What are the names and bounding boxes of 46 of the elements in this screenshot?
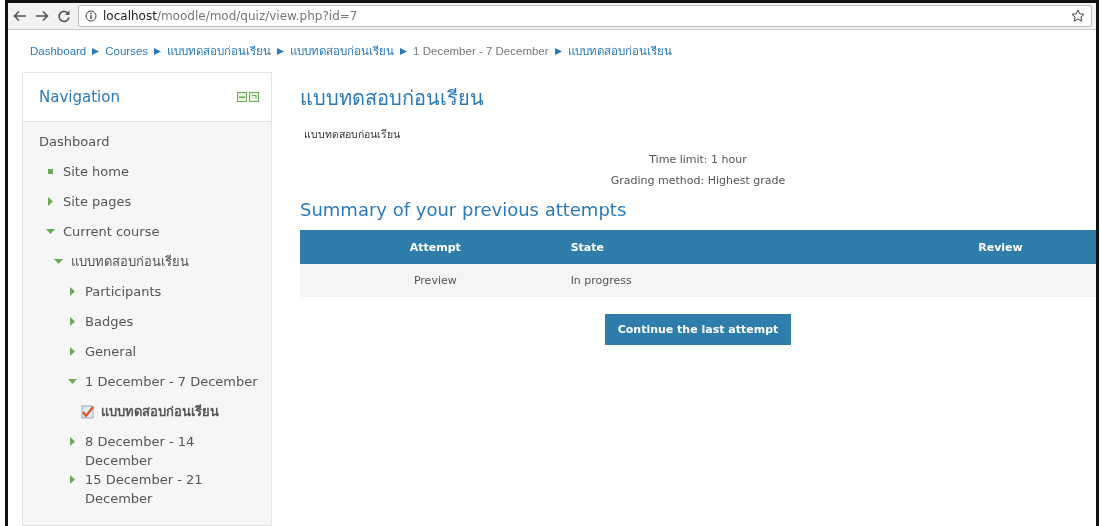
nav-item[interactable]: General bbox=[85, 342, 137, 361]
nav-item[interactable]: Site pages bbox=[63, 192, 132, 211]
quiz-info: Time limit: 1 hour bbox=[648, 153, 748, 166]
breadcrumb-text: 1 December - 7 December bbox=[413, 45, 549, 57]
info-icon bbox=[85, 10, 97, 22]
nav-item[interactable]: 1 December - 7 December bbox=[85, 372, 258, 391]
forward-button[interactable] bbox=[34, 8, 50, 24]
address-bar[interactable]: localhost/moodle/mod/quiz/view.php?id=7 bbox=[78, 5, 1092, 27]
bullet-icon bbox=[48, 169, 53, 174]
separator-icon bbox=[277, 47, 285, 55]
nav-item[interactable]: Site home bbox=[63, 162, 129, 181]
quiz-info: Grading method: Highest grade bbox=[609, 174, 787, 187]
column-header: Attempt bbox=[300, 230, 571, 264]
reload-button[interactable] bbox=[56, 8, 72, 24]
star-icon[interactable] bbox=[1071, 9, 1085, 23]
column-header: State bbox=[570, 230, 905, 264]
dock-icon[interactable] bbox=[237, 92, 259, 102]
url-path: /moodle/mod/quiz/view.php?id=7 bbox=[156, 9, 358, 23]
nav-item[interactable]: แบบทดสอบก่อนเรียน bbox=[71, 252, 189, 271]
nav-item[interactable]: แบบทดสอบก่อนเรียน bbox=[101, 402, 219, 421]
separator-icon bbox=[400, 47, 408, 55]
breadcrumb-link[interactable]: แบบทดสอบก่อนเรียน bbox=[290, 42, 395, 60]
url-host: localhost bbox=[103, 9, 157, 23]
breadcrumb-link[interactable]: Dashboard bbox=[30, 45, 87, 57]
panel-title: Navigation bbox=[39, 88, 120, 106]
separator-icon bbox=[554, 47, 562, 55]
nav-item[interactable]: Dashboard bbox=[39, 132, 110, 151]
nav-item[interactable]: Participants bbox=[85, 282, 162, 301]
nav-item[interactable]: Current course bbox=[63, 222, 160, 241]
nav-item[interactable]: 8 December - 14 December bbox=[85, 432, 265, 470]
breadcrumb-link[interactable]: แบบทดสอบก่อนเรียน bbox=[167, 42, 272, 60]
nav-item[interactable]: 15 December - 21 December bbox=[85, 470, 265, 508]
continue-button[interactable]: Continue the last attempt bbox=[604, 314, 792, 345]
separator-icon bbox=[92, 47, 100, 55]
page-title: แบบทดสอบก่อนเรียน bbox=[300, 85, 485, 112]
column-header: Review bbox=[904, 230, 1096, 264]
back-button[interactable] bbox=[12, 8, 28, 24]
table-cell: In progress bbox=[570, 264, 905, 297]
section-title: Summary of your previous attempts bbox=[300, 199, 628, 220]
nav-item[interactable]: Badges bbox=[85, 312, 134, 331]
quiz-intro: แบบทดสอบก่อนเรียน bbox=[304, 127, 401, 142]
separator-icon bbox=[154, 47, 162, 55]
breadcrumb-link[interactable]: Courses bbox=[105, 45, 149, 57]
quiz-icon bbox=[81, 402, 95, 421]
table-cell: Preview bbox=[300, 264, 571, 297]
breadcrumb-link[interactable]: แบบทดสอบก่อนเรียน bbox=[567, 42, 672, 60]
